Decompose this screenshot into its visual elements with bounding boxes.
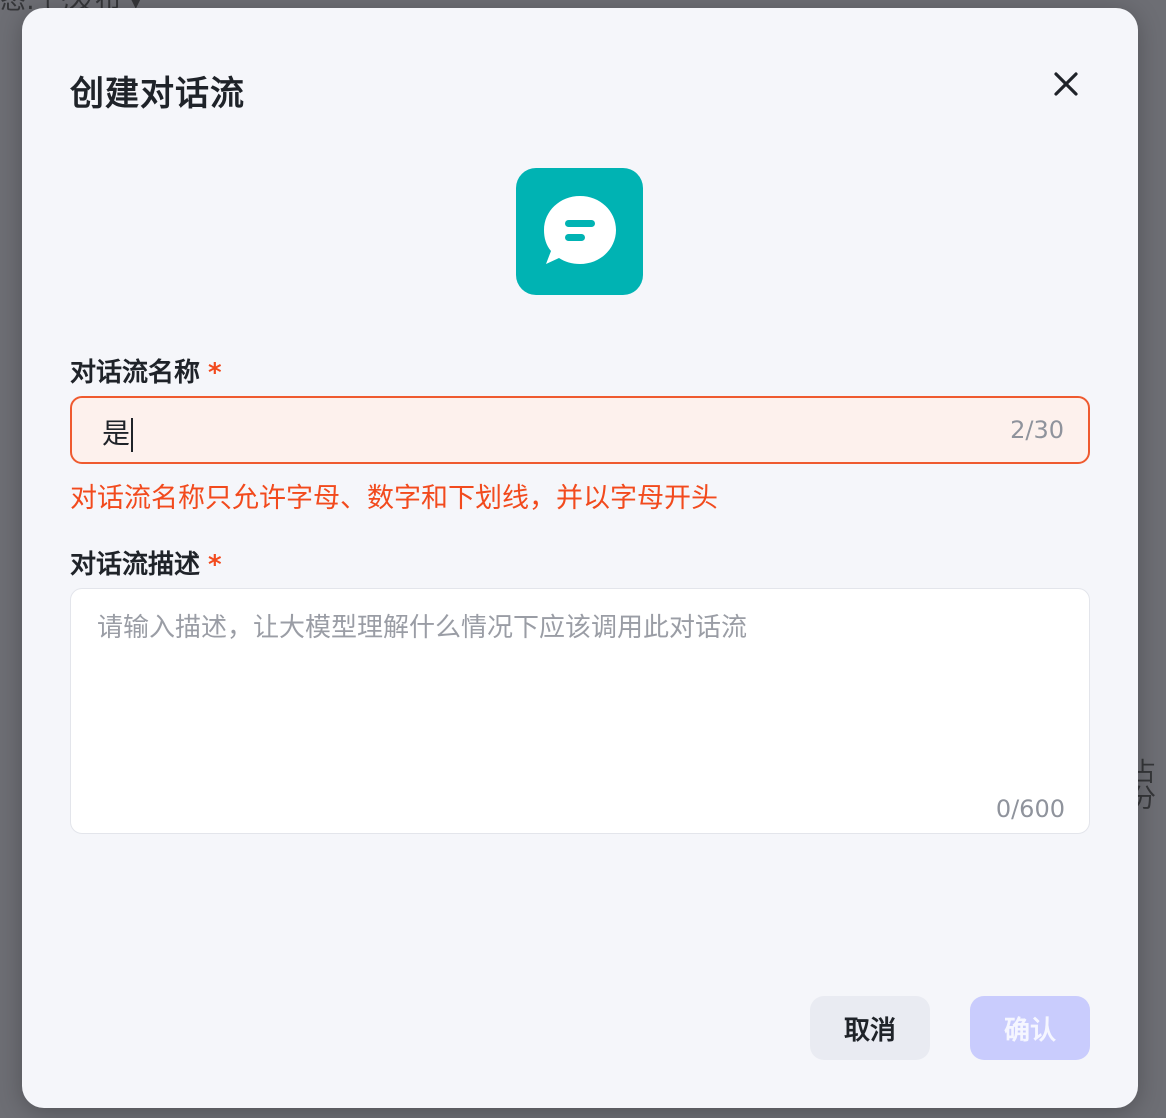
chatflow-app-icon [516, 168, 643, 295]
dialog-title: 创建对话流 [70, 74, 245, 114]
close-icon [1054, 72, 1078, 96]
required-mark: * [208, 358, 222, 388]
name-input-value-wrap: 是 [102, 412, 134, 452]
text-caret [131, 418, 134, 452]
chat-bubble-icon [543, 195, 616, 264]
confirm-button[interactable]: 确认 [970, 996, 1090, 1060]
name-char-counter: 2/30 [1010, 416, 1064, 444]
description-placeholder: 请输入描述，让大模型理解什么情况下应该调用此对话流 [97, 613, 748, 643]
cancel-button[interactable]: 取消 [810, 996, 930, 1060]
name-input-value: 是 [102, 417, 131, 450]
required-mark: * [208, 550, 222, 580]
close-button[interactable] [1046, 64, 1086, 104]
chatflow-name-input[interactable]: 是 2/30 [70, 396, 1090, 464]
name-error-message: 对话流名称只允许字母、数字和下划线，并以字母开头 [70, 483, 718, 514]
description-textarea[interactable]: 请输入描述，让大模型理解什么情况下应该调用此对话流 0/600 [70, 588, 1090, 834]
description-label-text: 对话流描述 [70, 550, 201, 580]
create-chatflow-dialog: 创建对话流 对话流名称 * 是 2/30 对话流名称只允许字母、数字和下划线，并以… [22, 8, 1138, 1108]
name-field-label: 对话流名称 * [70, 352, 222, 389]
description-field-label: 对话流描述 * [70, 544, 222, 581]
description-char-counter: 0/600 [995, 795, 1065, 823]
name-label-text: 对话流名称 [70, 358, 201, 388]
